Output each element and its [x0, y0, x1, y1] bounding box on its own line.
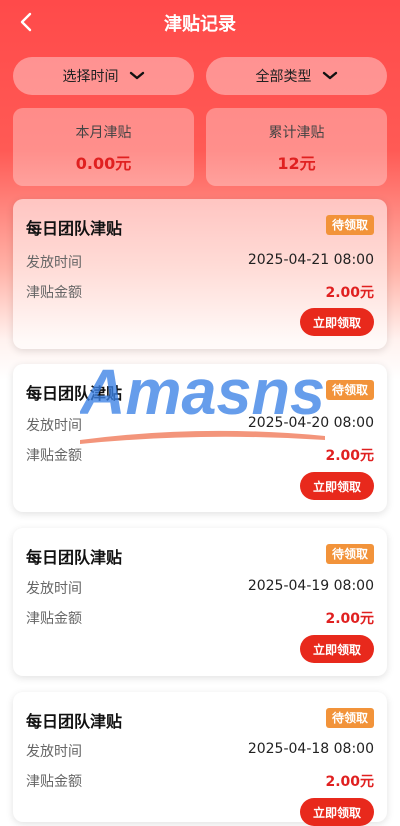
record-title: 每日团队津贴: [26, 548, 123, 567]
amount-value: 2.00元: [325, 611, 374, 627]
time-row: 发放时间 2025-04-20 08:00: [26, 415, 374, 435]
total-value: 12元: [277, 154, 316, 173]
stats-panel: 本月津贴 0.00元 累计津贴 12元: [13, 108, 387, 186]
amount-value: 2.00元: [325, 285, 374, 301]
this-month-stat: 本月津贴 0.00元: [13, 108, 194, 186]
amount-value: 2.00元: [325, 774, 374, 790]
filter-bar: 选择时间 全部类型: [13, 57, 387, 95]
time-value: 2025-04-21 08:00: [247, 252, 374, 268]
top-bar: 津贴记录: [0, 0, 400, 44]
record-title: 每日团队津贴: [26, 712, 123, 731]
record-card: 每日团队津贴 待领取 发放时间 2025-04-20 08:00 津贴金额 2.…: [13, 364, 387, 512]
time-key: 发放时间: [26, 744, 82, 760]
record-card: 每日团队津贴 待领取 发放时间 2025-04-21 08:00 津贴金额 2.…: [13, 199, 387, 349]
page-title: 津贴记录: [164, 14, 236, 35]
status-badge: 待领取: [325, 215, 374, 235]
time-key: 发放时间: [26, 418, 82, 434]
time-value: 2025-04-20 08:00: [247, 415, 374, 431]
chevron-down-icon: [322, 71, 337, 80]
claim-button[interactable]: 立即领取: [300, 798, 374, 826]
amount-key: 津贴金额: [26, 285, 82, 301]
record-title: 每日团队津贴: [26, 219, 123, 238]
amount-value: 2.00元: [325, 448, 374, 464]
time-key: 发放时间: [26, 255, 82, 271]
total-label: 累计津贴: [268, 125, 325, 141]
record-card: 每日团队津贴 待领取 发放时间 2025-04-18 08:00 津贴金额 2.…: [13, 692, 387, 826]
amount-row: 津贴金额 2.00元: [26, 608, 374, 628]
time-row: 发放时间 2025-04-18 08:00: [26, 741, 374, 761]
status-badge: 待领取: [325, 708, 374, 728]
amount-key: 津贴金额: [26, 774, 82, 790]
claim-button[interactable]: 立即领取: [300, 635, 374, 663]
claim-button[interactable]: 立即领取: [300, 308, 374, 336]
time-filter-dropdown[interactable]: 选择时间: [13, 57, 194, 95]
time-row: 发放时间 2025-04-19 08:00: [26, 578, 374, 598]
this-month-label: 本月津贴: [75, 125, 132, 141]
amount-key: 津贴金额: [26, 448, 82, 464]
time-value: 2025-04-18 08:00: [247, 741, 374, 757]
record-title: 每日团队津贴: [26, 384, 123, 403]
amount-row: 津贴金额 2.00元: [26, 282, 374, 302]
chevron-down-icon: [129, 71, 144, 80]
total-stat: 累计津贴 12元: [206, 108, 387, 186]
time-value: 2025-04-19 08:00: [247, 578, 374, 594]
time-key: 发放时间: [26, 581, 82, 597]
time-row: 发放时间 2025-04-21 08:00: [26, 252, 374, 272]
amount-row: 津贴金额 2.00元: [26, 445, 374, 465]
amount-row: 津贴金额 2.00元: [26, 771, 374, 791]
time-filter-label: 选择时间: [62, 69, 119, 85]
status-badge: 待领取: [325, 544, 374, 564]
this-month-value: 0.00元: [75, 154, 132, 173]
claim-button[interactable]: 立即领取: [300, 472, 374, 500]
type-filter-label: 全部类型: [255, 69, 312, 85]
record-card: 每日团队津贴 待领取 发放时间 2025-04-19 08:00 津贴金额 2.…: [13, 528, 387, 676]
amount-key: 津贴金额: [26, 611, 82, 627]
status-badge: 待领取: [325, 380, 374, 400]
type-filter-dropdown[interactable]: 全部类型: [206, 57, 387, 95]
